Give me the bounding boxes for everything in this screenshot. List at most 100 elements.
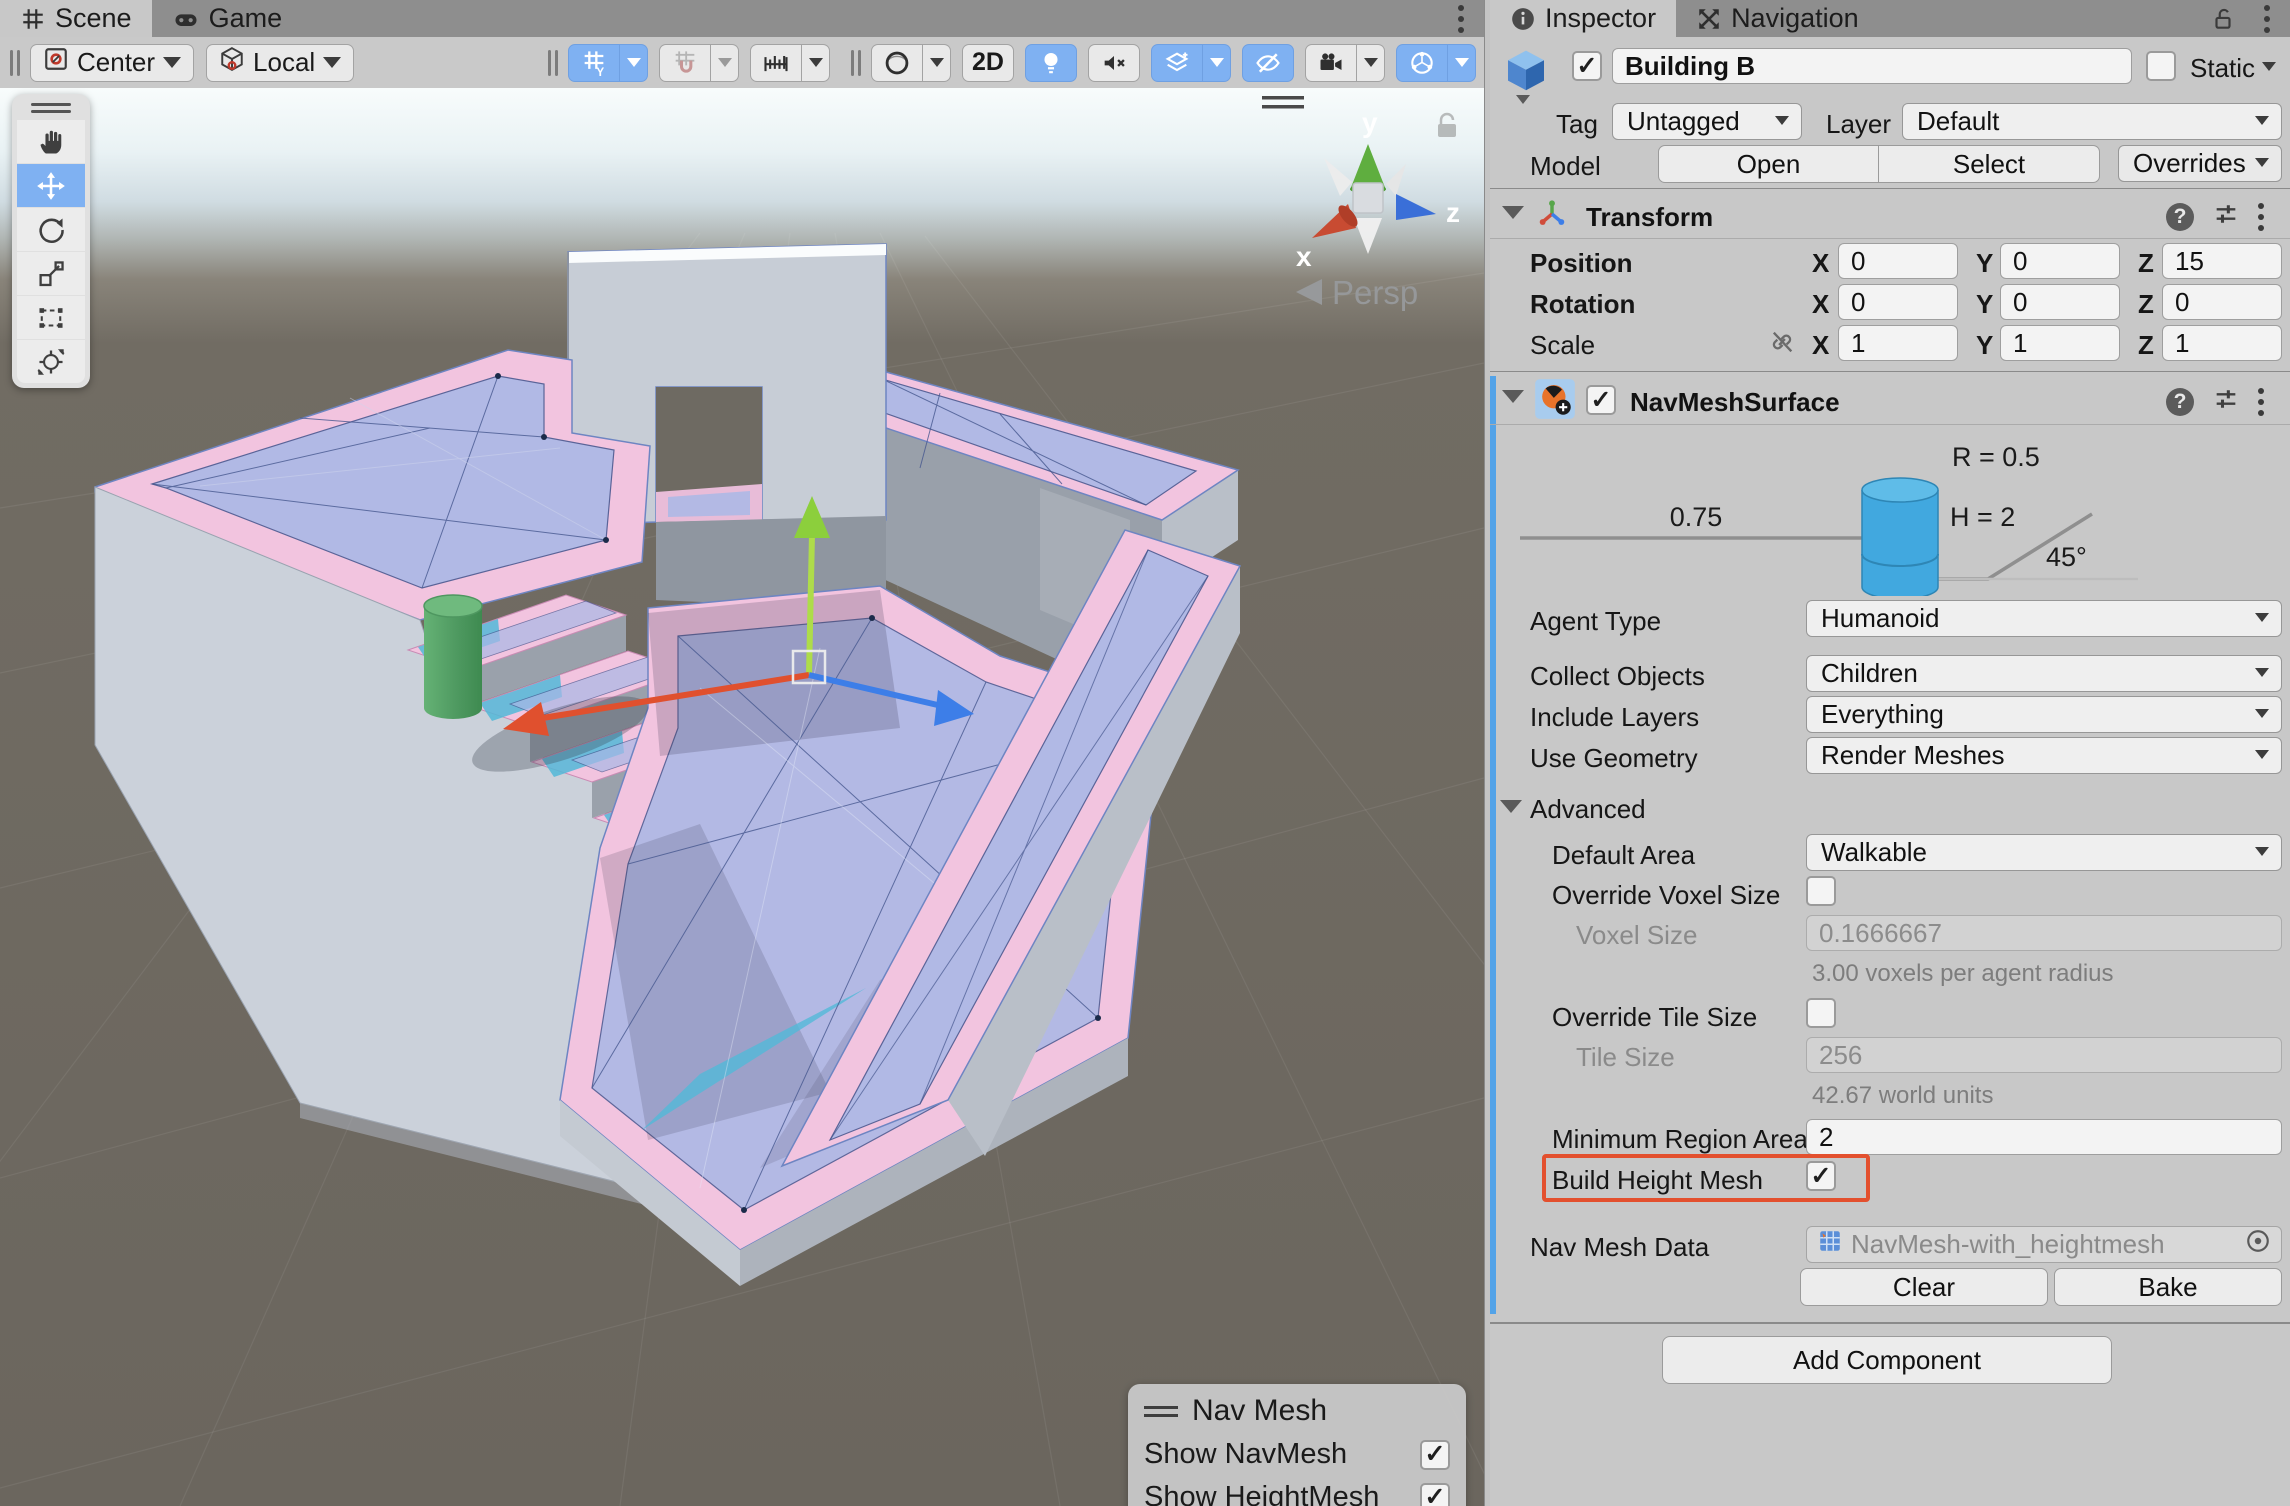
tab-inspector[interactable]: Inspector <box>1490 0 1676 37</box>
static-dropdown-caret[interactable] <box>2262 62 2276 71</box>
orientation-dropdown[interactable]: Local <box>206 44 354 82</box>
position-y-label: Y <box>1976 248 1993 279</box>
add-component-button[interactable]: Add Component <box>1662 1336 2112 1384</box>
scale-tool-button[interactable] <box>17 252 85 295</box>
override-tile-checkbox[interactable] <box>1806 998 1836 1028</box>
overrides-dropdown[interactable]: Overrides <box>2118 145 2282 182</box>
cube-icon <box>219 46 245 79</box>
draw-mode-button[interactable] <box>871 44 923 82</box>
transform-icon <box>36 347 66 377</box>
rect-tool-button[interactable] <box>17 296 85 339</box>
clear-button[interactable]: Clear <box>1800 1268 2048 1306</box>
inspector-menu-icon[interactable] <box>2264 0 2272 37</box>
layer-label: Layer <box>1826 109 1891 140</box>
tab-scene[interactable]: Scene <box>0 0 152 37</box>
axis-y-label: y <box>1362 107 1378 138</box>
effects-toggle-button[interactable] <box>1151 44 1203 82</box>
draw-mode-dropdown[interactable] <box>923 44 951 82</box>
nav-mesh-data-field[interactable]: NavMesh-with_heightmesh <box>1806 1226 2282 1263</box>
tools-overlay-handle[interactable] <box>17 100 85 116</box>
collect-objects-dropdown[interactable]: Children <box>1806 655 2282 692</box>
navigation-tab-label: Navigation <box>1731 3 1859 34</box>
snap-options-dropdown[interactable] <box>711 44 739 82</box>
model-open-button[interactable]: Open <box>1658 145 1879 183</box>
2d-toggle-button[interactable]: 2D <box>962 44 1014 82</box>
use-geometry-dropdown[interactable]: Render Meshes <box>1806 737 2282 774</box>
layer-dropdown[interactable]: Default <box>1902 103 2282 140</box>
bake-button[interactable]: Bake <box>2054 1268 2282 1306</box>
camera-dropdown[interactable] <box>1357 44 1385 82</box>
min-region-field[interactable]: 2 <box>1806 1119 2282 1155</box>
tag-dropdown[interactable]: Untagged <box>1612 103 1802 140</box>
scale-x-field[interactable]: 1 <box>1838 325 1958 361</box>
static-checkbox[interactable] <box>2146 51 2176 81</box>
tab-navigation[interactable]: Navigation <box>1676 0 1879 37</box>
build-height-checkbox[interactable] <box>1806 1161 1836 1191</box>
view-tool-button[interactable] <box>17 120 85 163</box>
gameobject-active-checkbox[interactable] <box>1572 51 1602 81</box>
transform-foldout[interactable] <box>1502 206 1524 219</box>
navmesh-enabled-checkbox[interactable] <box>1586 385 1616 415</box>
measure-options-dropdown[interactable] <box>802 44 830 82</box>
transform-tool-button[interactable] <box>17 340 85 383</box>
rotation-z-field[interactable]: 0 <box>2162 284 2282 320</box>
prefab-icon[interactable] <box>1502 47 1550 100</box>
transform-presets-icon[interactable] <box>2212 200 2240 233</box>
object-picker-icon[interactable] <box>2245 1228 2271 1261</box>
position-x-field[interactable]: 0 <box>1838 243 1958 279</box>
toolbar-drag-handle[interactable] <box>8 50 22 76</box>
scale-link-icon[interactable] <box>1768 328 1796 361</box>
tab-game[interactable]: Game <box>152 0 303 37</box>
navmesh-foldout[interactable] <box>1502 390 1524 403</box>
rotate-icon <box>36 215 66 245</box>
effects-dropdown[interactable] <box>1203 44 1231 82</box>
rotation-x-field[interactable]: 0 <box>1838 284 1958 320</box>
legend-drag-handle[interactable] <box>1144 1406 1178 1417</box>
scene-visibility-button[interactable] <box>1242 44 1294 82</box>
lighting-toggle-button[interactable] <box>1025 44 1077 82</box>
override-voxel-checkbox[interactable] <box>1806 876 1836 906</box>
2d-label: 2D <box>972 48 1004 77</box>
position-y-field[interactable]: 0 <box>2000 243 2120 279</box>
snap-button[interactable] <box>659 44 711 82</box>
scale-y-field[interactable]: 1 <box>2000 325 2120 361</box>
tools-overlay <box>12 94 90 388</box>
show-heightmesh-checkbox[interactable] <box>1420 1483 1450 1506</box>
navmesh-menu-icon[interactable] <box>2258 388 2266 416</box>
scale-z-field[interactable]: 1 <box>2162 325 2282 361</box>
transform-help-icon[interactable]: ? <box>2166 203 2194 231</box>
gizmos-dropdown[interactable] <box>1448 44 1476 82</box>
inspector-lock-icon[interactable] <box>2210 0 2236 37</box>
gizmos-toggle-button[interactable] <box>1396 44 1448 82</box>
navmesh-help-icon[interactable]: ? <box>2166 388 2194 416</box>
toolbar-drag-handle-2[interactable] <box>546 50 560 76</box>
agent-diagram: 0.75 R = 0.5 H = 2 45° <box>1490 426 2290 596</box>
camera-button[interactable] <box>1305 44 1357 82</box>
game-tab-label: Game <box>209 3 283 34</box>
scene-viewport[interactable]: y x z Persp <box>0 88 1484 1506</box>
measure-button[interactable] <box>750 44 802 82</box>
transform-menu-icon[interactable] <box>2258 203 2266 231</box>
model-label: Model <box>1530 151 1601 182</box>
grid-visibility-button[interactable]: Y <box>568 44 620 82</box>
rotate-tool-button[interactable] <box>17 208 85 251</box>
model-select-button[interactable]: Select <box>1879 145 2100 183</box>
advanced-foldout[interactable] <box>1500 800 1522 813</box>
prefab-expand-caret[interactable] <box>1516 95 1530 104</box>
audio-toggle-button[interactable] <box>1088 44 1140 82</box>
position-z-field[interactable]: 15 <box>2162 243 2282 279</box>
move-tool-button[interactable] <box>17 164 85 207</box>
navmesh-presets-icon[interactable] <box>2212 385 2240 418</box>
agent-type-dropdown[interactable]: Humanoid <box>1806 600 2282 637</box>
default-area-dropdown[interactable]: Walkable <box>1806 834 2282 871</box>
pivot-mode-dropdown[interactable]: Center <box>30 44 194 82</box>
transform-component: Transform ? Position X 0 Y 0 Z 15 Rotati… <box>1490 190 2290 370</box>
gameobject-name-field[interactable]: Building B <box>1612 48 2132 84</box>
grid-options-dropdown[interactable] <box>620 44 648 82</box>
inspector-pane: Inspector Navigation Building B <box>1490 0 2290 1506</box>
scene-tab-menu-icon[interactable] <box>1458 0 1466 37</box>
include-layers-dropdown[interactable]: Everything <box>1806 696 2282 733</box>
diagram-height-label: H = 2 <box>1950 502 2015 532</box>
show-navmesh-checkbox[interactable] <box>1420 1440 1450 1470</box>
rotation-y-field[interactable]: 0 <box>2000 284 2120 320</box>
